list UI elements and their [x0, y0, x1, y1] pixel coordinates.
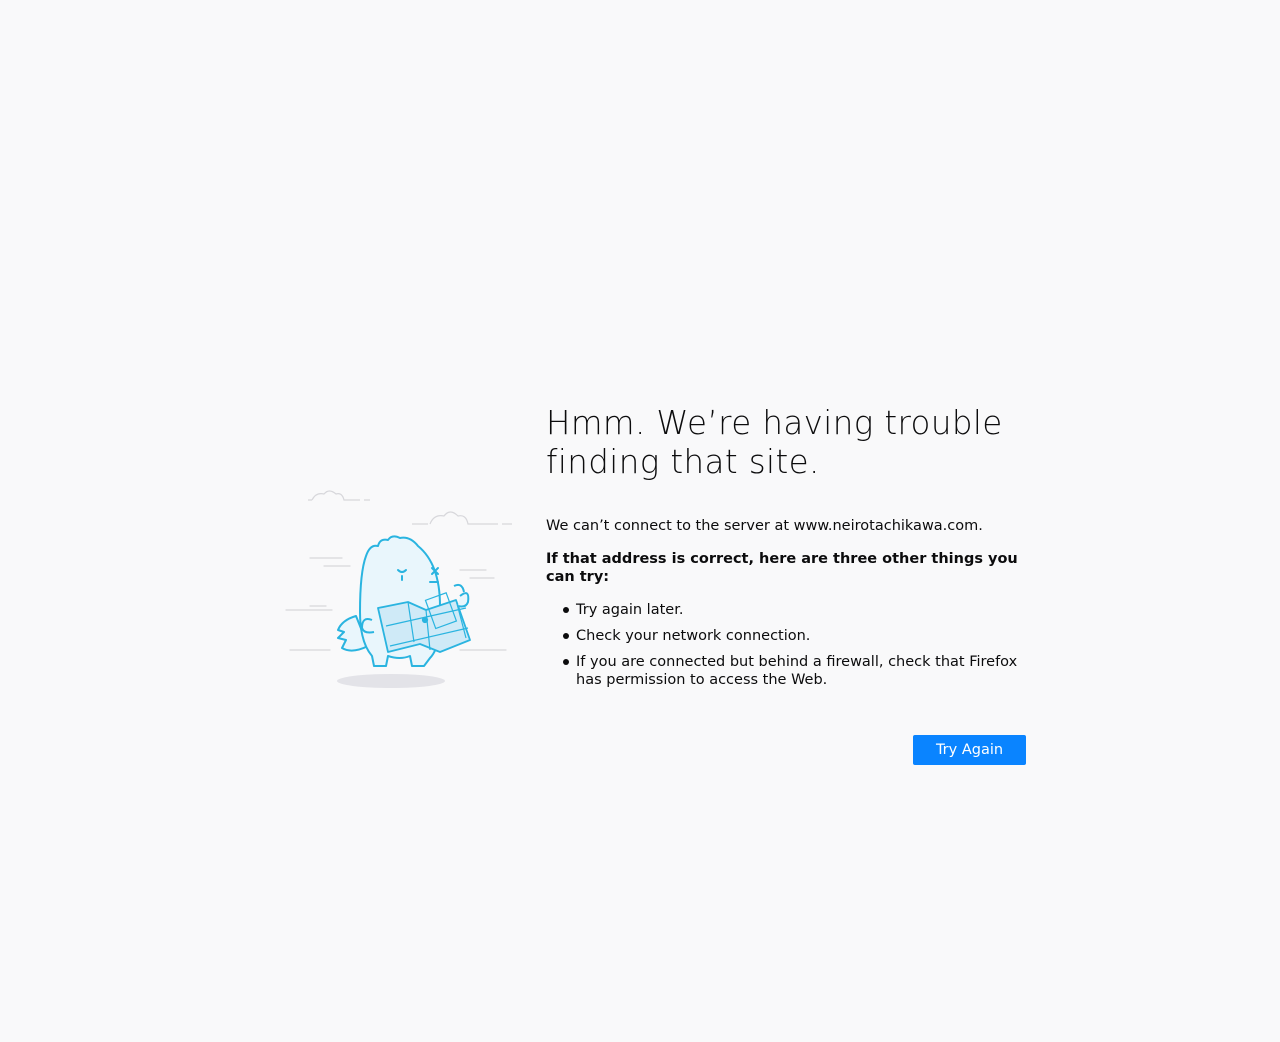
error-description: We can’t connect to the server at www.ne… [546, 518, 983, 534]
list-item: If you are connected but behind a firewa… [563, 653, 1026, 689]
list-item: Check your network connection. [563, 627, 1026, 645]
suggestions-heading: If that address is correct, here are thr… [546, 551, 1018, 585]
error-content: Hmm. We’re having trouble finding that s… [546, 404, 1026, 697]
try-again-button[interactable]: Try Again [913, 735, 1026, 765]
error-page: Hmm. We’re having trouble finding that s… [0, 0, 1280, 1042]
confused-monster-with-map-icon [280, 486, 520, 692]
list-item: Try again later. [563, 601, 1026, 619]
button-row: Try Again [913, 735, 1026, 765]
suggestions-list: Try again later. Check your network conn… [546, 601, 1026, 689]
page-title: Hmm. We’re having trouble finding that s… [546, 404, 1003, 481]
